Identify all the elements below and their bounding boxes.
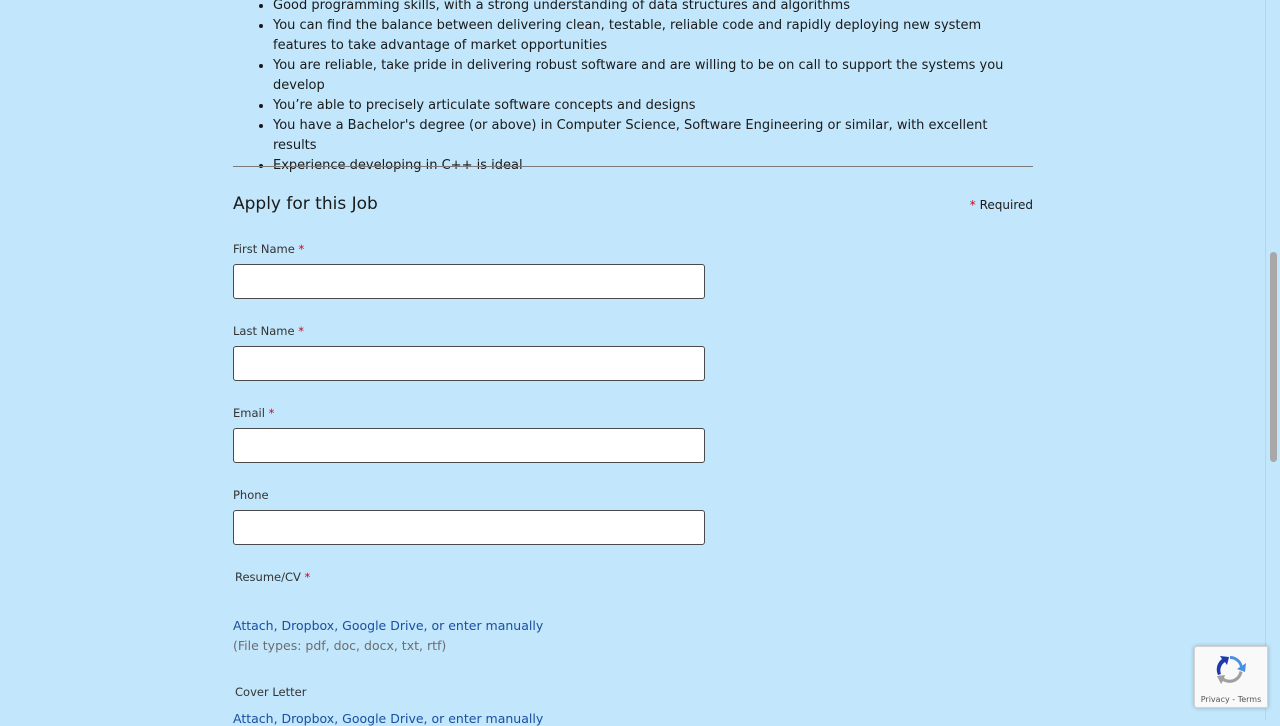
recaptcha-separator: - bbox=[1229, 695, 1238, 704]
email-label: Email * bbox=[233, 406, 274, 420]
required-label: Required bbox=[979, 198, 1033, 212]
requirements-list: Good programming skills, with a strong u… bbox=[233, 0, 1033, 176]
email-label-text: Email bbox=[233, 406, 265, 420]
email-input[interactable] bbox=[233, 428, 705, 463]
required-asterisk: * bbox=[304, 570, 311, 584]
requirement-item: You have a Bachelor's degree (or above) … bbox=[273, 116, 1033, 156]
resume-label: Resume/CV * bbox=[235, 570, 310, 584]
cover-letter-attach-link[interactable]: Attach, Dropbox, Google Drive, or enter … bbox=[233, 711, 543, 726]
first-name-label: First Name * bbox=[233, 242, 304, 256]
required-asterisk: * bbox=[969, 198, 976, 212]
requirement-item: Good programming skills, with a strong u… bbox=[273, 0, 1033, 16]
phone-label: Phone bbox=[233, 488, 269, 502]
scrollbar-thumb[interactable] bbox=[1270, 252, 1277, 462]
last-name-label: Last Name * bbox=[233, 324, 304, 338]
recaptcha-icon bbox=[1216, 656, 1246, 684]
resume-attach-link[interactable]: Attach, Dropbox, Google Drive, or enter … bbox=[233, 618, 543, 633]
last-name-label-text: Last Name bbox=[233, 324, 295, 338]
phone-label-text: Phone bbox=[233, 488, 269, 502]
first-name-input[interactable] bbox=[233, 264, 705, 299]
requirement-item: You’re able to precisely articulate soft… bbox=[273, 96, 1033, 116]
apply-section-title: Apply for this Job bbox=[233, 194, 378, 214]
required-asterisk: * bbox=[298, 324, 304, 338]
page-scrollbar[interactable] bbox=[1265, 0, 1280, 720]
phone-input[interactable] bbox=[233, 510, 705, 545]
recaptcha-terms-link[interactable]: Terms bbox=[1238, 695, 1262, 704]
recaptcha-links: Privacy - Terms bbox=[1195, 695, 1267, 704]
resume-filetypes-note: (File types: pdf, doc, docx, txt, rtf) bbox=[233, 638, 447, 653]
first-name-label-text: First Name bbox=[233, 242, 295, 256]
cover-letter-label: Cover Letter bbox=[235, 685, 306, 699]
last-name-input[interactable] bbox=[233, 346, 705, 381]
cover-letter-label-text: Cover Letter bbox=[235, 685, 307, 699]
requirement-item: You are reliable, take pride in deliveri… bbox=[273, 56, 1033, 96]
resume-label-text: Resume/CV bbox=[235, 570, 301, 584]
requirement-item: You can find the balance between deliver… bbox=[273, 16, 1033, 56]
recaptcha-badge[interactable]: Privacy - Terms bbox=[1194, 646, 1268, 708]
required-legend: * Required bbox=[970, 198, 1033, 212]
required-asterisk: * bbox=[298, 242, 305, 256]
recaptcha-privacy-link[interactable]: Privacy bbox=[1201, 695, 1230, 704]
section-divider bbox=[233, 166, 1033, 167]
required-asterisk: * bbox=[268, 406, 275, 420]
